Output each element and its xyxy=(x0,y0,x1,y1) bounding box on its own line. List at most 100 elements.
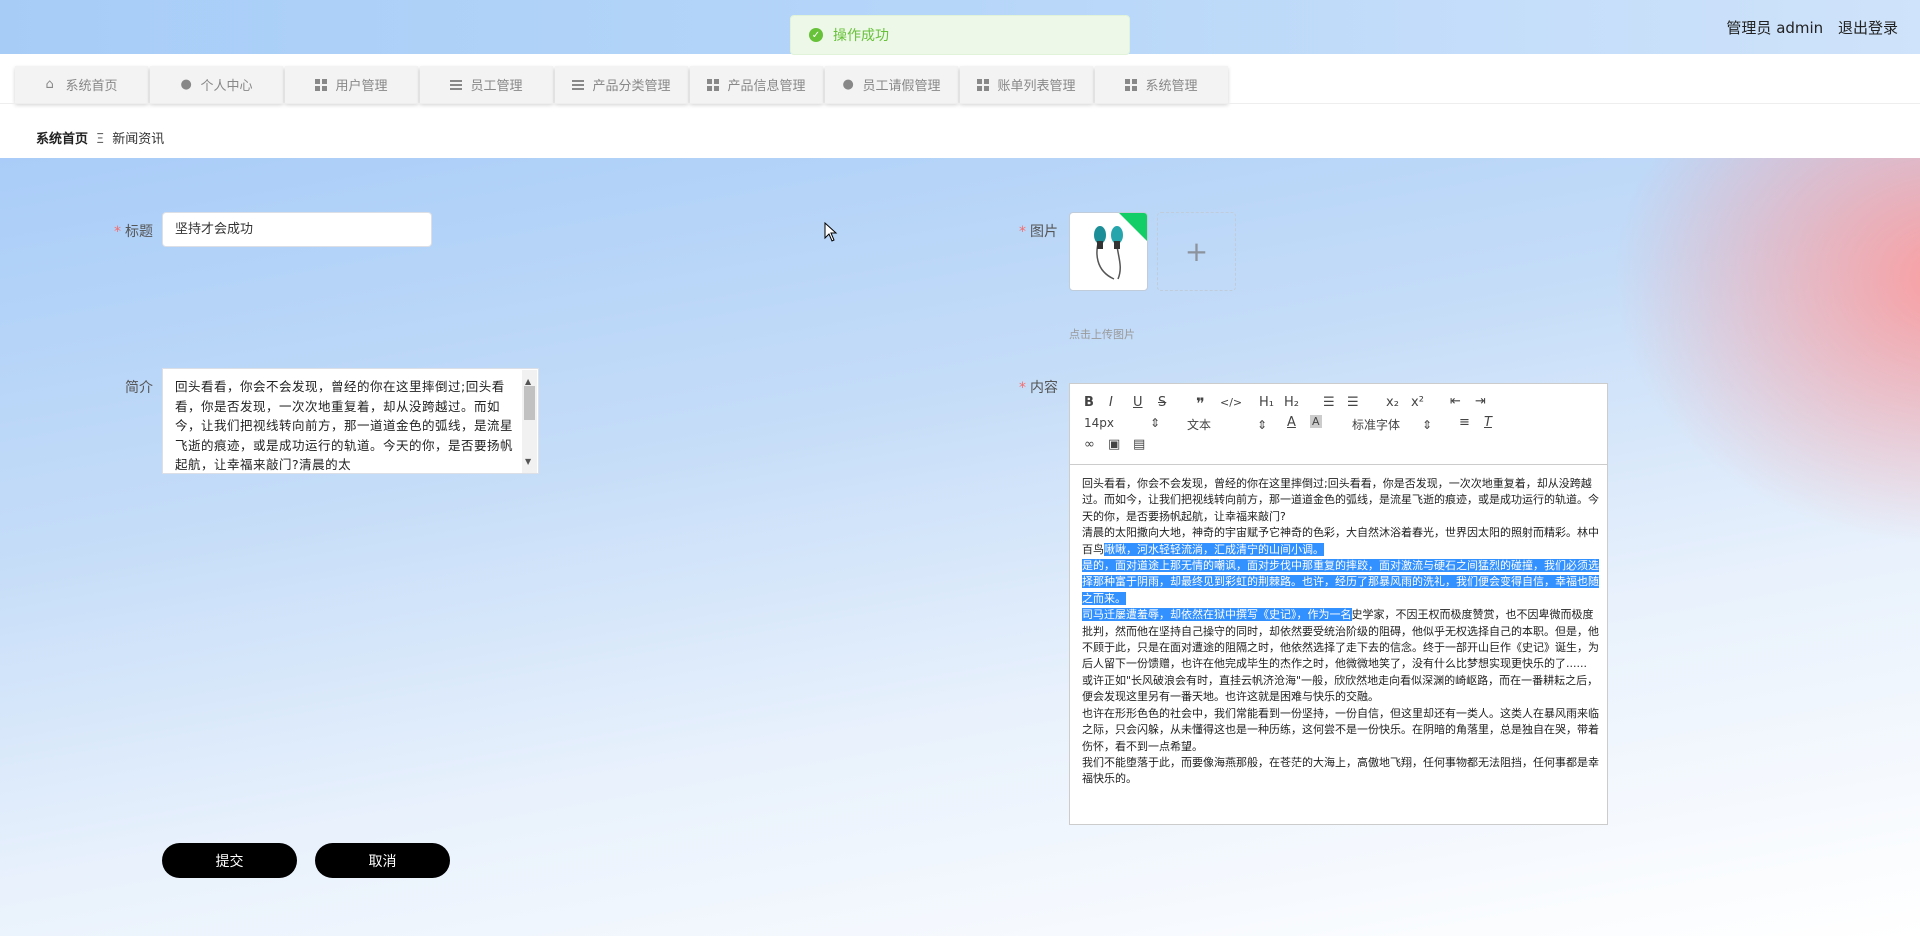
nav-item-product-info[interactable]: 产品信息管理 xyxy=(690,66,823,103)
scroll-thumb[interactable] xyxy=(524,386,535,420)
nav-item-label: 员工请假管理 xyxy=(862,79,941,94)
superscript-button[interactable]: x² xyxy=(1411,395,1424,410)
bold-button[interactable]: B xyxy=(1084,395,1094,410)
user-area: 管理员 admin 退出登录 xyxy=(1716,17,1898,38)
image-icon[interactable]: ▣ xyxy=(1108,437,1120,452)
select-caret-icon: ⇕ xyxy=(1150,416,1161,430)
user-icon: ● xyxy=(180,76,192,92)
paragraph-text: 也许在形形色色的社会中，我们常能看到一份坚持，一份自信，但这里却还有一类人。这类… xyxy=(1082,706,1599,753)
title-label: * 标题 xyxy=(114,224,153,240)
nav-item-product-category[interactable]: 产品分类管理 xyxy=(555,66,688,103)
grid-icon xyxy=(707,78,720,91)
user-icon: ● xyxy=(842,76,854,92)
video-icon[interactable]: ▤ xyxy=(1133,437,1145,452)
breadcrumb-current: 新闻资讯 xyxy=(112,132,165,147)
nav-item-system[interactable]: 系统管理 xyxy=(1095,66,1228,103)
select-caret-icon: ⇕ xyxy=(1257,418,1268,432)
rich-text-editor: B I U S ❞ </> H₁ H₂ ☰ ☰ x₂ x² ⇤ ⇥ 14px ⇕ … xyxy=(1069,383,1608,825)
cancel-button[interactable]: 取消 xyxy=(315,843,450,878)
editor-paragraph: 司马迁屡遭羞辱，却依然在狱中撰写《史记》，作为一名史学家，不因王权而极度赞赏，也… xyxy=(1082,607,1600,673)
home-icon: ⌂ xyxy=(45,76,54,92)
breadcrumb-separator: Ξ xyxy=(96,132,105,147)
bullet-list-button[interactable]: ☰ xyxy=(1347,395,1359,410)
check-circle-icon: ✓ xyxy=(809,28,823,42)
font-family-select[interactable]: 标准字体 ⇕ xyxy=(1352,416,1432,433)
editor-paragraph: 回头看看，你会不会发现，曾经的你在这里摔倒过;回头看看，你是否发现，一次次地重复… xyxy=(1082,476,1600,525)
code-block-button[interactable]: </> xyxy=(1220,396,1242,409)
grid-icon xyxy=(1125,78,1138,91)
italic-button[interactable]: I xyxy=(1109,395,1113,410)
nav-item-label: 系统首页 xyxy=(65,79,118,94)
main-nav: ⌂ 系统首页 ● 个人中心 用户管理 员工管理 产品分类管理 产品信息管理 ● … xyxy=(15,66,1230,103)
nav-item-label: 用户管理 xyxy=(335,79,388,94)
blockquote-button[interactable]: ❞ xyxy=(1196,394,1205,413)
nav-item-label: 产品信息管理 xyxy=(727,79,806,94)
font-size-select[interactable]: 14px ⇕ xyxy=(1084,416,1160,430)
success-toast: ✓ 操作成功 xyxy=(790,15,1130,55)
strike-button[interactable]: S xyxy=(1158,395,1166,410)
content-label: * 内容 xyxy=(1019,380,1058,396)
h1-button[interactable]: H₁ xyxy=(1259,395,1274,410)
nav-item-label: 产品分类管理 xyxy=(592,79,671,94)
editor-paragraph: 我们不能堕落于此，而要像海燕那般，在苍茫的大海上，高傲地飞翔，任何事物都无法阻挡… xyxy=(1082,755,1600,788)
admin-username: 管理员 admin xyxy=(1726,19,1824,37)
editor-paragraph: 清晨的太阳撒向大地，神奇的宇宙赋予它神奇的色彩，大自然沐浴着春光，世界因太阳的照… xyxy=(1082,525,1600,558)
submit-button[interactable]: 提交 xyxy=(162,843,297,878)
sliders-icon xyxy=(572,78,585,91)
select-caret-icon: ⇕ xyxy=(1422,418,1433,432)
selected-text: 司马迁屡遭羞辱，却依然在狱中撰写《史记》，作为一名 xyxy=(1082,608,1352,622)
upload-button[interactable]: + xyxy=(1157,212,1236,291)
align-button[interactable]: ≡ xyxy=(1459,415,1470,430)
nav-item-leave[interactable]: ● 员工请假管理 xyxy=(825,66,958,103)
nav-item-staff[interactable]: 员工管理 xyxy=(420,66,553,103)
editor-content[interactable]: 回头看看，你会不会发现，曾经的你在这里摔倒过;回头看看，你是否发现，一次次地重复… xyxy=(1082,476,1600,788)
toast-message: 操作成功 xyxy=(833,28,889,44)
title-input[interactable]: 坚持才会成功 xyxy=(162,212,432,247)
breadcrumb: 系统首页 Ξ 新闻资讯 xyxy=(36,128,164,147)
outdent-button[interactable]: ⇤ xyxy=(1450,394,1461,409)
selected-text: 是的，面对道途上那无情的嘲讽，面对步伐中那重复的摔跤，面对激流与硬石之间猛烈的碰… xyxy=(1082,559,1599,605)
nav-item-label: 员工管理 xyxy=(470,79,523,94)
font-color-button[interactable]: A xyxy=(1287,415,1296,430)
list-icon xyxy=(450,78,463,91)
editor-paragraph: 是的，面对道途上那无情的嘲讽，面对步伐中那重复的摔跤，面对激流与硬石之间猛烈的碰… xyxy=(1082,558,1600,607)
header-select[interactable]: 文本 ⇕ xyxy=(1187,416,1267,433)
subscript-button[interactable]: x₂ xyxy=(1386,395,1399,410)
underline-button[interactable]: U xyxy=(1133,395,1143,410)
breadcrumb-home[interactable]: 系统首页 xyxy=(36,132,88,147)
intro-textarea[interactable]: 回头看看，你会不会发现，曾经的你在这里摔倒过;回头看看，你是否发现，一次次地重复… xyxy=(162,368,539,474)
required-mark: * xyxy=(114,224,121,240)
selected-text: 啾啾，河水轻轻流淌，汇成清宁的山间小调。 xyxy=(1104,542,1324,556)
indent-button[interactable]: ⇥ xyxy=(1475,394,1486,409)
image-label: * 图片 xyxy=(1019,224,1058,240)
h2-button[interactable]: H₂ xyxy=(1284,395,1299,410)
editor-paragraph: 也许在形形色色的社会中，我们常能看到一份坚持，一份自信，但这里却还有一类人。这类… xyxy=(1082,706,1600,755)
intro-text: 回头看看，你会不会发现，曾经的你在这里摔倒过;回头看看，你是否发现，一次次地重复… xyxy=(175,379,514,472)
intro-label: 简介 xyxy=(125,380,153,396)
link-icon[interactable]: ∞ xyxy=(1084,437,1095,452)
grid-icon xyxy=(977,78,990,91)
ordered-list-button[interactable]: ☰ xyxy=(1323,395,1335,410)
clear-format-button[interactable]: T xyxy=(1484,415,1492,430)
nav-item-bills[interactable]: 账单列表管理 xyxy=(960,66,1093,103)
uploaded-image-thumbnail[interactable] xyxy=(1069,212,1148,291)
nav-item-home[interactable]: ⌂ 系统首页 xyxy=(15,66,148,103)
nav-item-profile[interactable]: ● 个人中心 xyxy=(150,66,283,103)
nav-item-label: 账单列表管理 xyxy=(997,79,1076,94)
scroll-down-icon[interactable]: ▼ xyxy=(525,452,532,472)
nav-item-label: 系统管理 xyxy=(1145,79,1198,94)
paragraph-text: 或许正如"长风破浪会有时，直挂云帆济沧海"一般，欣欣然地走向看似深渊的崎岖路，而… xyxy=(1082,673,1599,704)
nav-item-label: 个人中心 xyxy=(200,79,253,94)
upload-hint: 点击上传图片 xyxy=(1069,328,1135,341)
background-color-button[interactable]: A xyxy=(1310,415,1322,428)
nav-item-users[interactable]: 用户管理 xyxy=(285,66,418,103)
logout-link[interactable]: 退出登录 xyxy=(1838,19,1898,37)
mouse-cursor-icon xyxy=(824,222,838,242)
paragraph-text: 我们不能堕落于此，而要像海燕那般，在苍茫的大海上，高傲地飞翔，任何事物都无法阻挡… xyxy=(1082,755,1599,786)
intro-scrollbar[interactable]: ▲ ▼ xyxy=(522,370,537,473)
editor-toolbar: B I U S ❞ </> H₁ H₂ ☰ ☰ x₂ x² ⇤ ⇥ 14px ⇕ … xyxy=(1070,384,1607,465)
grid-icon xyxy=(315,78,328,91)
editor-paragraph: 或许正如"长风破浪会有时，直挂云帆济沧海"一般，欣欣然地走向看似深渊的崎岖路，而… xyxy=(1082,673,1600,706)
paragraph-text: 回头看看，你会不会发现，曾经的你在这里摔倒过;回头看看，你是否发现，一次次地重复… xyxy=(1082,477,1599,523)
main-content xyxy=(0,158,1920,936)
